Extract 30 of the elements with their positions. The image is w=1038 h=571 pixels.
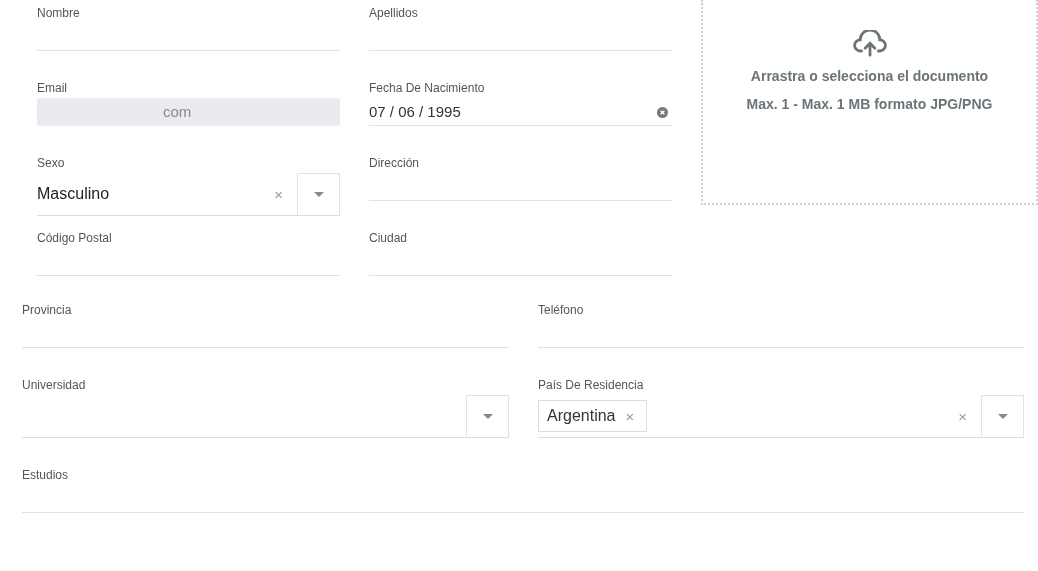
field-label: Teléfono bbox=[538, 302, 584, 318]
caret-icon bbox=[482, 414, 493, 419]
field-label: Provincia bbox=[22, 302, 72, 318]
tag-label: Argentina bbox=[547, 407, 616, 425]
clear-icon[interactable] bbox=[657, 107, 668, 118]
caret-icon bbox=[313, 192, 324, 197]
input-field: com bbox=[37, 98, 340, 126]
select-field[interactable]: Masculino bbox=[37, 185, 110, 203]
cloud-upload-icon bbox=[852, 30, 887, 58]
field-label: Apellidos bbox=[369, 5, 418, 21]
field-label: Email bbox=[37, 80, 67, 96]
field-label: Ciudad bbox=[369, 230, 408, 246]
field-label: Dirección bbox=[369, 155, 419, 171]
field-label: País De Residencia bbox=[538, 377, 644, 393]
clear-button[interactable]: × bbox=[954, 407, 971, 425]
upload-dropzone[interactable]: Arrastra o selecciona el documento Max. 1 - Max. 1 MB formato JPG/PNG bbox=[701, 0, 1038, 205]
dropdown-button[interactable] bbox=[297, 173, 340, 215]
field-label: Nombre bbox=[37, 5, 80, 21]
upload-hint: Max. 1 - Max. 1 MB formato JPG/PNG bbox=[746, 96, 993, 112]
remove-tag-button[interactable]: × bbox=[621, 407, 639, 425]
field-label: Fecha De Nacimiento bbox=[369, 80, 485, 96]
upload-title: Arrastra o selecciona el documento bbox=[750, 68, 989, 84]
field-label: Estudios bbox=[22, 467, 69, 483]
dropdown-button[interactable] bbox=[466, 395, 509, 437]
field-label: Universidad bbox=[22, 377, 86, 393]
field-label: Sexo bbox=[37, 155, 65, 171]
dropdown-button[interactable] bbox=[981, 395, 1024, 437]
caret-icon bbox=[997, 414, 1008, 419]
clear-button[interactable]: × bbox=[270, 185, 287, 203]
field-label: Código Postal bbox=[37, 230, 112, 246]
